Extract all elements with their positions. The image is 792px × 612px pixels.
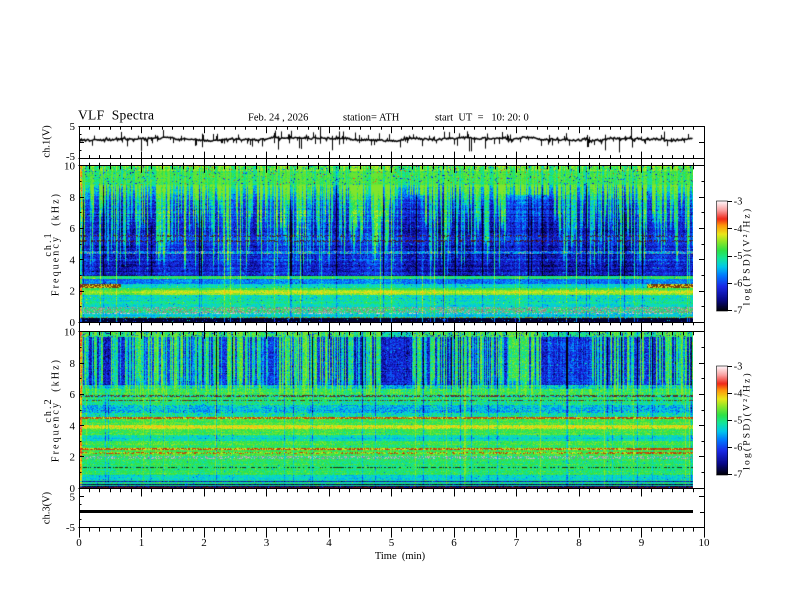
svg-text:4: 4: [326, 537, 332, 549]
svg-text:-3: -3: [734, 362, 743, 373]
svg-text:-5: -5: [734, 416, 743, 427]
svg-text:2: 2: [70, 286, 76, 298]
svg-text:ch.1Frequency (kHz): ch.1Frequency (kHz): [43, 192, 62, 296]
svg-text:-6: -6: [734, 278, 743, 289]
svg-text:VLF Spectra: VLF Spectra: [78, 108, 154, 123]
svg-text:-6: -6: [734, 443, 743, 454]
svg-text:-5: -5: [734, 251, 743, 262]
svg-text:start UT = 10: 20: 0: start UT = 10: 20: 0: [435, 113, 529, 124]
svg-text:Time (min): Time (min): [375, 551, 426, 562]
svg-text:ch.3(V): ch.3(V): [42, 491, 53, 524]
svg-text:-4: -4: [734, 224, 743, 235]
svg-text:5: 5: [70, 121, 76, 133]
svg-text:8: 8: [70, 192, 76, 204]
svg-text:4: 4: [70, 420, 76, 432]
svg-text:station= ATH: station= ATH: [343, 113, 400, 124]
svg-text:8: 8: [70, 358, 76, 370]
svg-text:ch.2Frequency (kHz): ch.2Frequency (kHz): [43, 358, 62, 462]
svg-text:2: 2: [70, 452, 76, 464]
svg-text:log(PSD)(V²/Hz): log(PSD)(V²/Hz): [742, 207, 753, 306]
svg-text:5: 5: [70, 492, 76, 504]
svg-text:-7: -7: [734, 470, 743, 481]
svg-text:6: 6: [70, 223, 76, 235]
svg-text:10: 10: [64, 327, 76, 339]
svg-text:log(PSD)(V²/Hz): log(PSD)(V²/Hz): [742, 371, 753, 470]
svg-text:6: 6: [70, 389, 76, 401]
svg-text:Feb. 24 , 2026: Feb. 24 , 2026: [248, 113, 308, 124]
svg-text:5: 5: [389, 537, 395, 549]
svg-text:0: 0: [76, 537, 82, 549]
svg-text:10: 10: [699, 537, 711, 549]
svg-text:-5: -5: [66, 522, 76, 534]
svg-text:3: 3: [264, 537, 270, 549]
svg-text:-7: -7: [734, 306, 743, 317]
svg-text:2: 2: [201, 537, 207, 549]
svg-text:-5: -5: [66, 151, 76, 163]
svg-text:-3: -3: [734, 197, 743, 208]
svg-text:6: 6: [451, 537, 457, 549]
svg-text:8: 8: [576, 537, 582, 549]
svg-text:7: 7: [514, 537, 520, 549]
svg-text:ch.1(V): ch.1(V): [42, 125, 53, 158]
svg-text:-4: -4: [734, 389, 743, 400]
svg-text:4: 4: [70, 254, 76, 266]
svg-text:1: 1: [139, 537, 145, 549]
svg-text:9: 9: [639, 537, 645, 549]
